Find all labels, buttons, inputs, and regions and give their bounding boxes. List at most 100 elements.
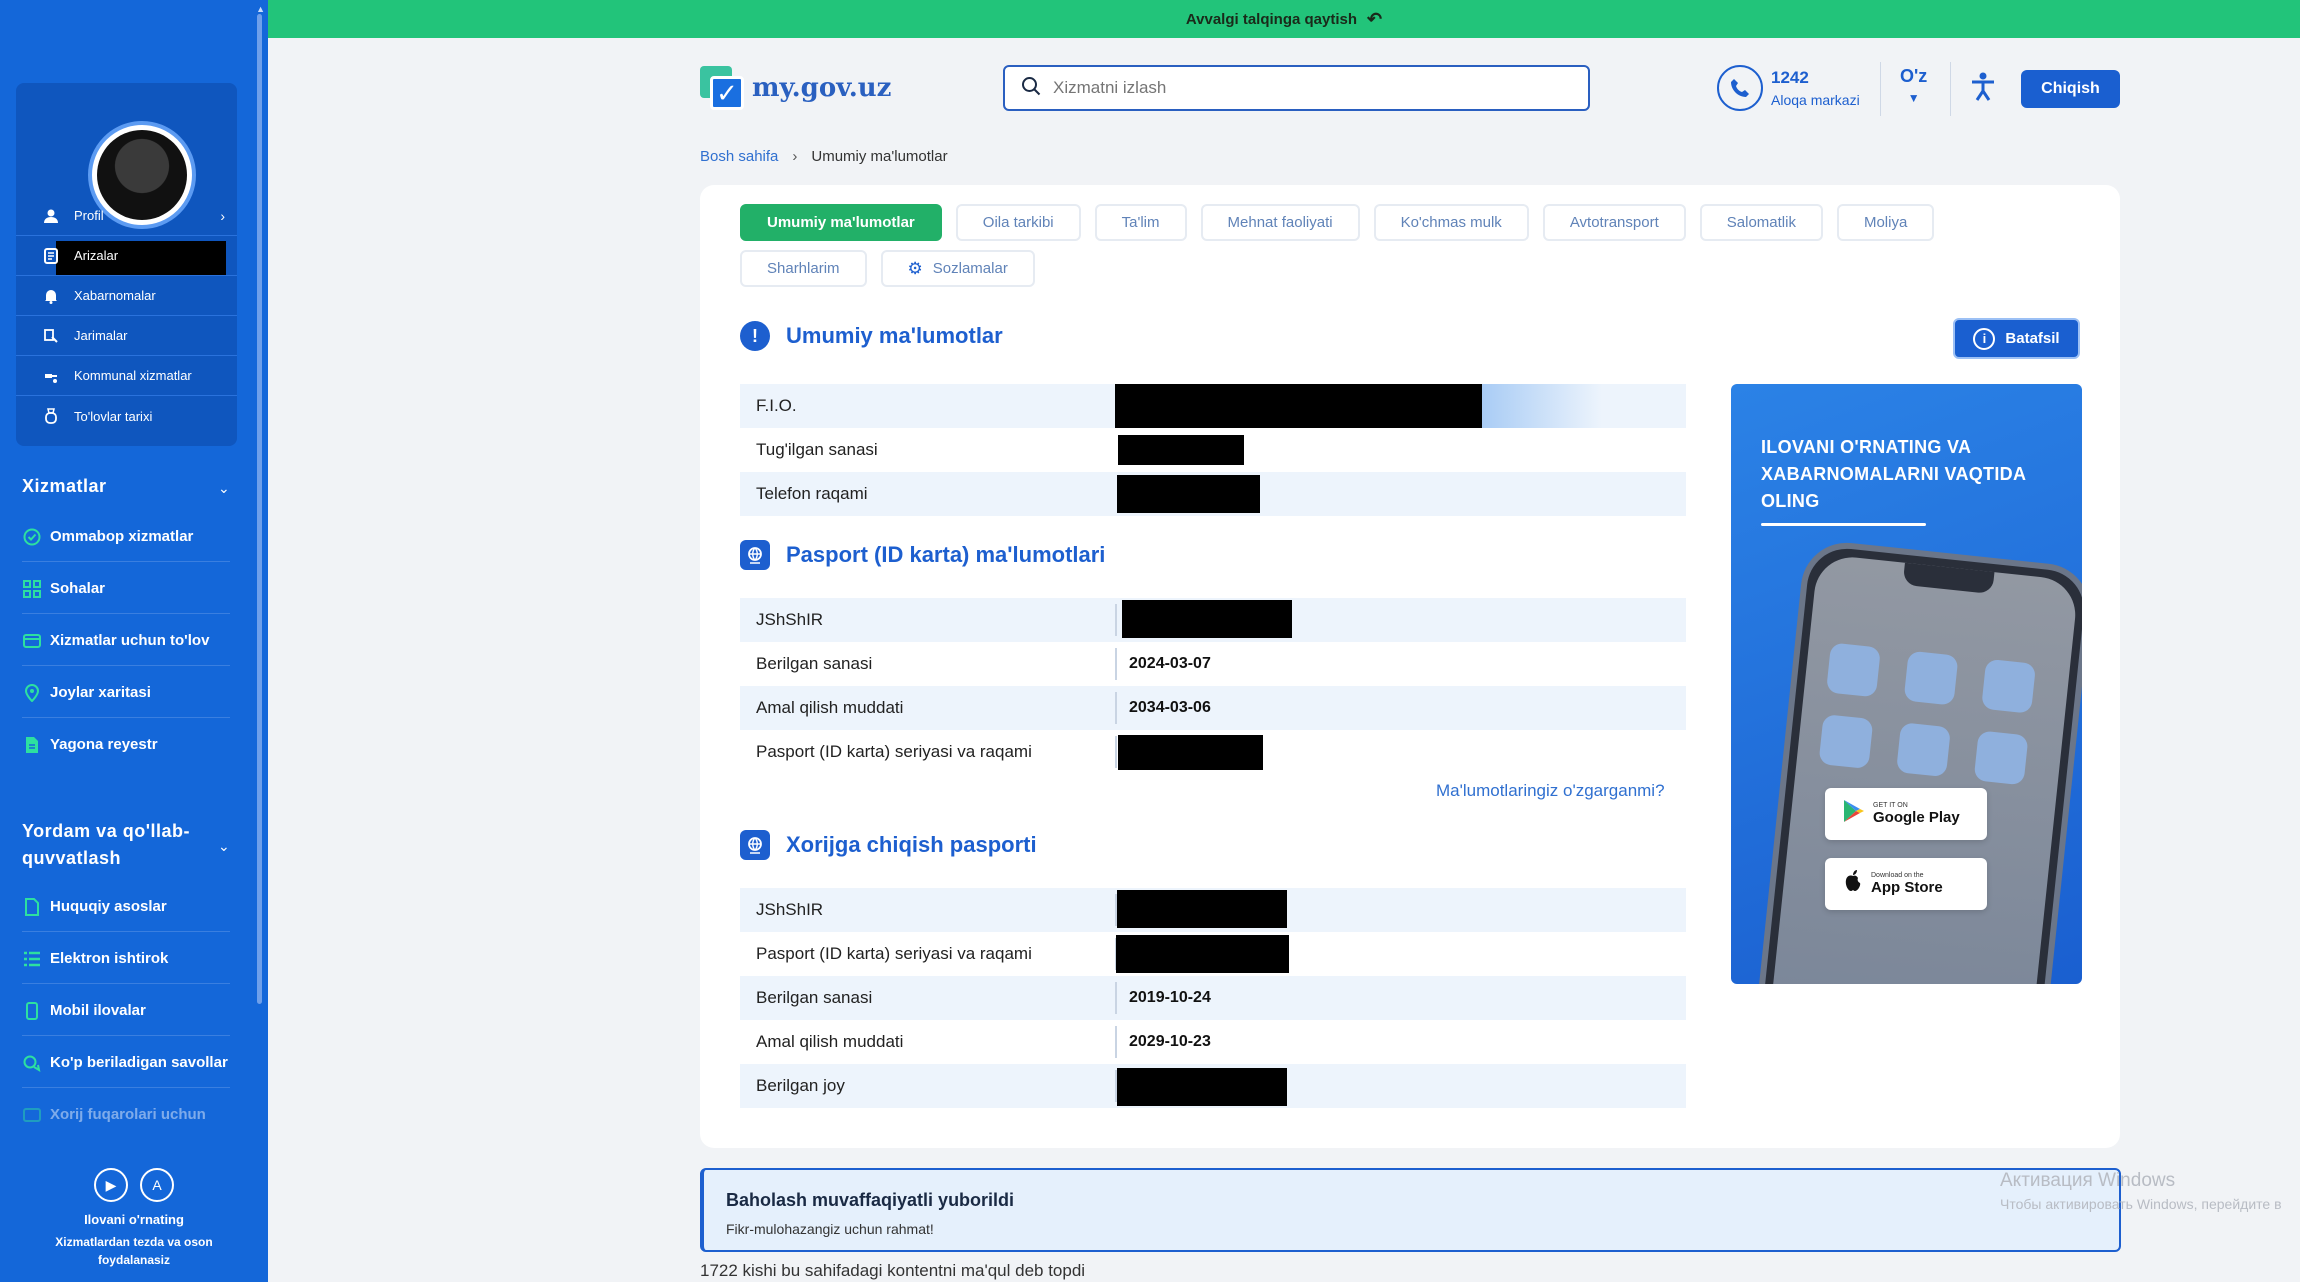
phone-number: 1242 (1771, 68, 1809, 87)
row-value: 2034-03-06 (1115, 686, 1211, 730)
tab-sozlamalar[interactable]: ⚙ Sozlamalar (880, 250, 1035, 287)
tab-umumiy[interactable]: Umumiy ma'lumotlar (740, 204, 942, 241)
banner-text: Avvalgi talqinga qaytish (1185, 10, 1358, 28)
sidebar-item-joylar[interactable]: Joylar xaritasi (22, 666, 230, 718)
tab-label: Sozlamalar (932, 260, 1008, 277)
sidebar-item-label: Xabarnomalar (74, 288, 156, 303)
sidebar-item-label: Xorij fuqarolari uchun (50, 1106, 206, 1123)
chevron-down-icon[interactable]: ⌄ (218, 480, 230, 497)
sidebar-item-xorij[interactable]: Xorij fuqarolari uchun (22, 1088, 230, 1139)
google-play-button[interactable]: GET IT ON Google Play (1825, 788, 1987, 840)
sidebar-item-label: Elektron ishtirok (50, 950, 169, 967)
phone-label: Aloqa markazi (1771, 92, 1860, 108)
tab-sharhlarim[interactable]: Sharhlarim (740, 250, 867, 287)
user-icon (42, 207, 60, 225)
globe-passport-icon (740, 540, 770, 570)
sidebar-item-label: Xizmatlar uchun to'lov (50, 632, 210, 649)
sidebar-item-kommunal[interactable]: Kommunal xizmatlar (16, 356, 237, 396)
info-icon: i (1973, 327, 1996, 350)
table-row: Berilgan joy (740, 1064, 1686, 1108)
section-title-text: Xorijga chiqish pasporti (786, 832, 1037, 857)
accessibility-icon[interactable] (1970, 72, 1996, 109)
tab-salomatlik[interactable]: Salomatlik (1699, 204, 1823, 241)
table-row: Telefon raqami (740, 472, 1686, 516)
details-label: Batafsil (2005, 330, 2060, 347)
row-label: Telefon raqami (756, 484, 868, 503)
google-play-icon (1843, 799, 1865, 829)
previous-version-banner[interactable]: Avvalgi talqinga qaytish ↶ (268, 0, 2300, 38)
sidebar-item-ommabop[interactable]: Ommabop xizmatlar (22, 510, 230, 562)
services-section-title[interactable]: Xizmatlar (22, 476, 107, 497)
sidebar-item-jarimalar[interactable]: Jarimalar (16, 316, 237, 356)
search-icon (1021, 76, 1041, 101)
footer-subtitle: Xizmatlardan tezda va oson foydalanasiz (55, 1235, 213, 1267)
row-value: 2024-03-07 (1115, 642, 1211, 686)
wallet-icon (42, 407, 60, 425)
utility-icon (42, 367, 60, 385)
sidebar-item-label: Jarimalar (74, 328, 128, 343)
tab-mehnat[interactable]: Mehnat faoliyati (1200, 204, 1360, 241)
language-selector[interactable]: O'z ▼ (1900, 66, 1927, 105)
tab-oila[interactable]: Oila tarkibi (955, 204, 1081, 241)
sidebar-item-mobil[interactable]: Mobil ilovalar (22, 984, 230, 1036)
details-button[interactable]: i Batafsil (1953, 318, 2080, 359)
play-store-icon[interactable]: ▶ (94, 1168, 128, 1202)
row-value: 2029-10-23 (1115, 1020, 1211, 1064)
app-store-icon[interactable]: A (140, 1168, 174, 1202)
profile-tabs: Umumiy ma'lumotlar Oila tarkibi Ta'lim M… (740, 204, 1990, 287)
feedback-title: Baholash muvaffaqiyatli yuborildi (726, 1190, 1015, 1210)
redacted-value (1117, 1068, 1287, 1106)
data-changed-link[interactable]: Ma'lumotlaringiz o'zgarganmi? (1436, 781, 1665, 801)
sidebar: ▲ Profil › Arizalar Xabarnomalar Jarimal… (0, 0, 268, 1282)
breadcrumb-home[interactable]: Bosh sahifa (700, 148, 778, 165)
sidebar-item-sohalar[interactable]: Sohalar (22, 562, 230, 614)
sidebar-scrollbar[interactable] (257, 14, 262, 1004)
redacted-value (1117, 475, 1260, 513)
caret-down-icon: ▼ (1907, 91, 1920, 105)
feedback-success-alert: Baholash muvaffaqiyatli yuborildi Fikr-m… (700, 1168, 2121, 1252)
row-label: Tug'ilgan sanasi (756, 440, 878, 459)
map-pin-icon (22, 683, 42, 703)
sidebar-item-profil[interactable]: Profil › (16, 196, 237, 236)
tab-avtotransport[interactable]: Avtotransport (1542, 204, 1686, 241)
file-icon (22, 735, 42, 755)
app-store-button[interactable]: Download on the App Store (1825, 858, 1987, 910)
scroll-up-icon[interactable]: ▲ (256, 4, 265, 14)
contact-center[interactable]: 1242 Aloqa markazi (1717, 65, 1860, 111)
tab-kochmas[interactable]: Ko'chmas mulk (1373, 204, 1529, 241)
row-highlight (1482, 384, 1602, 428)
sidebar-item-tolov[interactable]: Xizmatlar uchun to'lov (22, 614, 230, 666)
sidebar-item-tolovlar[interactable]: To'lovlar tarixi (16, 396, 237, 436)
redacted-value (1116, 935, 1289, 973)
chevron-down-icon[interactable]: ⌄ (218, 838, 230, 855)
fine-icon (42, 327, 60, 345)
document-icon (42, 247, 60, 265)
sidebar-item-label: Mobil ilovalar (50, 1002, 146, 1019)
grid-icon (22, 579, 42, 599)
table-row: Berilgan sanasi 2019-10-24 (740, 976, 1686, 1020)
sidebar-item-huquqiy[interactable]: Huquqiy asoslar (22, 880, 230, 932)
gear-icon: ⚙ (907, 258, 923, 278)
divider (1880, 62, 1881, 116)
support-section-title[interactable]: Yordam va qo'llab-quvvatlash (22, 818, 212, 872)
sidebar-item-arizalar[interactable]: Arizalar (16, 236, 237, 276)
tab-talim[interactable]: Ta'lim (1094, 204, 1187, 241)
logout-button[interactable]: Chiqish (2021, 70, 2120, 108)
site-logo[interactable]: ✓ my.gov.uz (700, 66, 891, 110)
search-input[interactable] (1053, 78, 1553, 98)
table-row: Amal qilish muddati 2034-03-06 (740, 686, 1686, 730)
redacted-value (1115, 384, 1482, 428)
row-label: F.I.O. (756, 396, 797, 415)
sidebar-item-elektron[interactable]: Elektron ishtirok (22, 932, 230, 984)
sidebar-item-xabarnomalar[interactable]: Xabarnomalar (16, 276, 237, 316)
tab-moliya[interactable]: Moliya (1836, 204, 1935, 241)
table-row: JShShIR (740, 598, 1686, 642)
sidebar-item-reyestr[interactable]: Yagona reyestr (22, 718, 230, 769)
section-title-text: Umumiy ma'lumotlar (786, 323, 1003, 348)
store-name: Google Play (1873, 809, 1960, 826)
chat-icon (22, 1053, 42, 1073)
search-bar[interactable] (1003, 65, 1590, 111)
language-label: O'z (1900, 66, 1928, 86)
sidebar-item-savollar[interactable]: Ko'p beriladigan savollar (22, 1036, 230, 1088)
sidebar-item-label: Joylar xaritasi (50, 684, 151, 701)
